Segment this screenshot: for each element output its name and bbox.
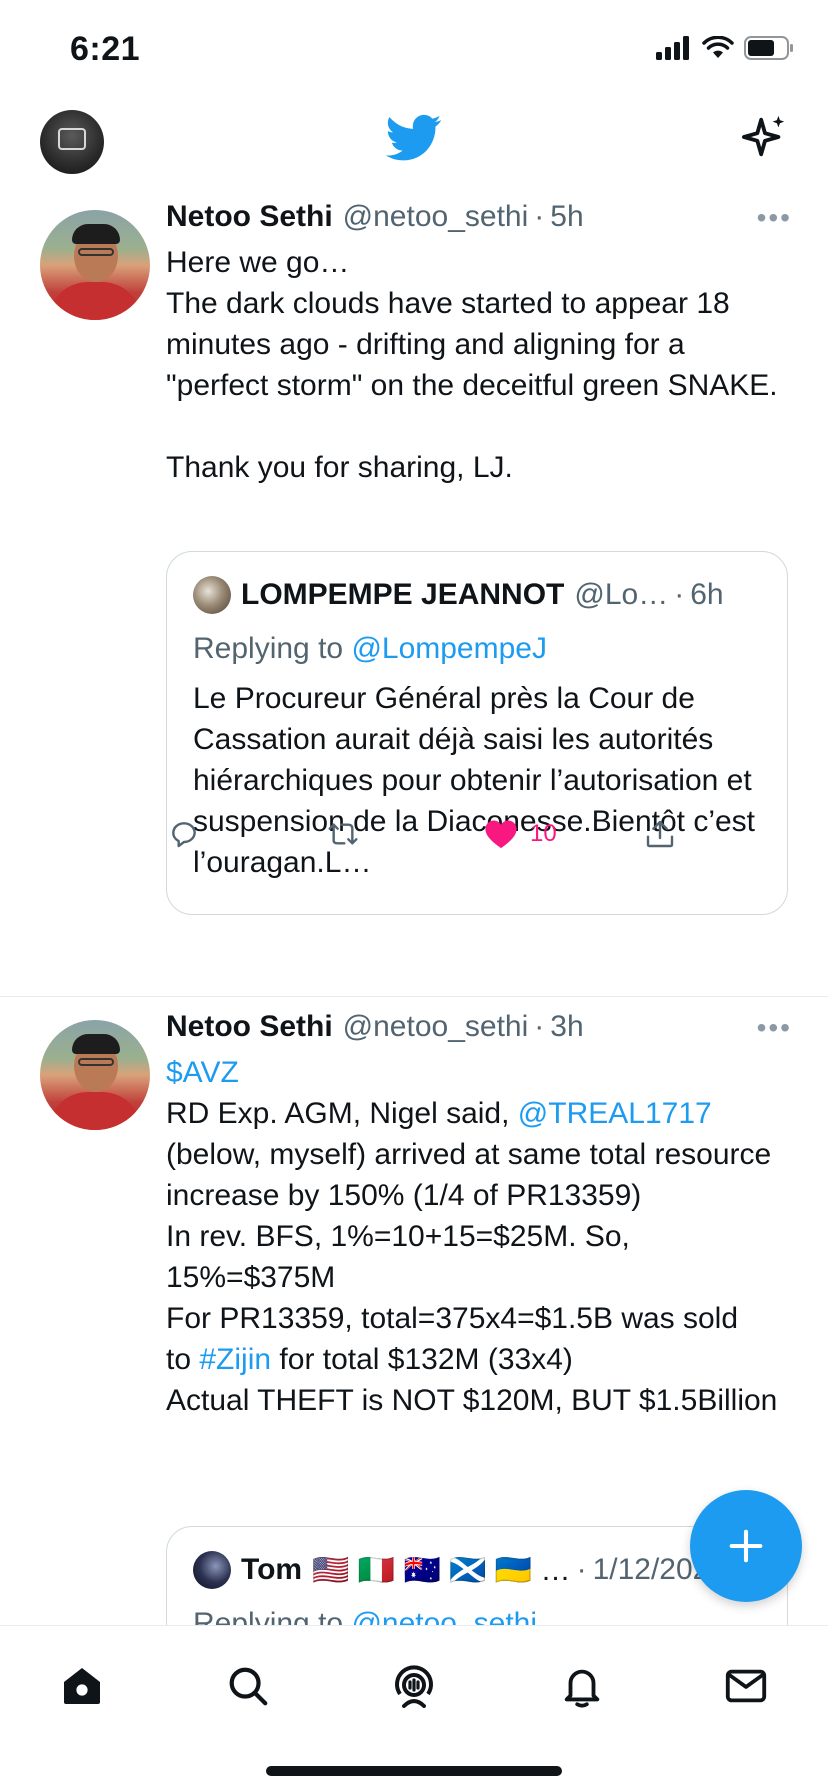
quoted-tweet-time: 6h — [690, 578, 724, 611]
tweet-text-body: (below, myself) arrived at same total re… — [166, 1138, 772, 1335]
tweet-text: Here we go… The dark clouds have started… — [166, 246, 778, 484]
replying-to-mention[interactable]: @LompempeJ — [351, 632, 547, 665]
like-button[interactable]: 10 — [484, 818, 557, 850]
tweet-text-to: to — [166, 1343, 192, 1376]
tab-messages[interactable] — [716, 1656, 776, 1716]
tweet-time[interactable]: 3h — [550, 1010, 583, 1044]
quoted-author-avatar — [193, 576, 231, 614]
share-icon — [646, 820, 674, 848]
separator-dot: · — [674, 578, 685, 611]
profile-avatar[interactable] — [40, 110, 104, 174]
heart-icon — [485, 820, 517, 849]
mail-icon — [725, 1669, 767, 1703]
quoted-tweet-header: LOMPEMPE JEANNOT @Lo… · 6h — [167, 552, 787, 614]
search-icon — [229, 1667, 268, 1706]
tweet-actions: 10 — [166, 818, 792, 858]
replying-to-mention[interactable]: @netoo_sethi — [351, 1607, 537, 1625]
quoted-author-flags: 🇺🇸 🇮🇹 🇦🇺 🏴󠁧󠁢󠁳󠁣󠁴󠁿 🇺🇦 … — [312, 1553, 571, 1587]
tweet-header: Netoo Sethi @netoo_sethi · 3h — [166, 1010, 792, 1052]
tab-home[interactable] — [52, 1656, 112, 1716]
author-name[interactable]: Netoo Sethi — [166, 200, 333, 234]
bell-icon — [564, 1669, 600, 1708]
plus-icon — [729, 1529, 763, 1563]
more-options-icon[interactable]: ••• — [757, 1012, 792, 1044]
reply-icon — [172, 822, 196, 848]
twitter-bird-icon[interactable] — [386, 114, 442, 162]
separator-dot: · — [534, 1010, 545, 1043]
tab-spaces[interactable] — [384, 1656, 444, 1716]
author-name[interactable]: Netoo Sethi — [166, 1010, 333, 1044]
quoted-author-name: Tom — [241, 1553, 303, 1586]
retweet-icon — [328, 823, 358, 845]
replying-to-label: Replying to — [193, 632, 344, 665]
compose-tweet-button[interactable] — [690, 1490, 802, 1602]
tab-notifications[interactable] — [552, 1656, 612, 1716]
wifi-icon — [702, 36, 734, 58]
retweet-button[interactable] — [326, 818, 360, 850]
tab-search[interactable] — [218, 1656, 278, 1716]
battery-icon — [744, 36, 793, 60]
author-handle[interactable]: @netoo_sethi — [343, 200, 529, 234]
status-time: 6:21 — [70, 30, 141, 68]
quoted-author-name: LOMPEMPE JEANNOT — [241, 578, 565, 611]
share-button[interactable] — [644, 818, 676, 850]
replying-to-label: Replying to — [193, 1607, 344, 1625]
quoted-author-handle: @Lo… — [574, 578, 669, 611]
tweet[interactable]: Netoo Sethi @netoo_sethi · 5h ••• Here w… — [0, 200, 828, 996]
cashtag-link[interactable]: $AVZ — [166, 1056, 239, 1089]
like-count: 10 — [530, 820, 557, 847]
tweet-text-line: RD Exp. AGM, Nigel said, — [166, 1097, 510, 1130]
tweet-header: Netoo Sethi @netoo_sethi · 5h — [166, 200, 792, 242]
more-options-icon[interactable]: ••• — [757, 202, 792, 234]
spaces-icon — [395, 1665, 433, 1708]
author-avatar[interactable] — [40, 210, 150, 320]
reply-button[interactable] — [168, 818, 200, 850]
status-icons — [656, 36, 794, 60]
top-bar — [0, 100, 828, 200]
status-bar: 6:21 — [0, 0, 828, 100]
replying-to: Replying to @netoo_sethi — [167, 1589, 787, 1625]
tweet-divider — [0, 996, 828, 997]
bottom-tab-bar — [0, 1625, 828, 1792]
author-handle[interactable]: @netoo_sethi — [343, 1010, 529, 1044]
sparkle-icon[interactable] — [742, 114, 788, 160]
separator-dot: · — [534, 200, 545, 233]
tweet-text-end: Actual THEFT is NOT $120M, BUT $1.5Billi… — [166, 1384, 778, 1417]
quoted-tweet[interactable]: LOMPEMPE JEANNOT @Lo… · 6h Replying to @… — [166, 551, 788, 915]
hashtag-link[interactable]: #Zijin — [199, 1343, 271, 1376]
tweet-time[interactable]: 5h — [550, 200, 583, 234]
tweet-text: $AVZ RD Exp. AGM, Nigel said, @TREAL1717… — [166, 1052, 792, 1421]
cellular-signal-icon — [656, 36, 689, 60]
home-icon — [64, 1668, 100, 1704]
mention-link[interactable]: @TREAL1717 — [518, 1097, 712, 1130]
separator-dot: · — [576, 1553, 587, 1586]
home-indicator[interactable] — [266, 1766, 562, 1776]
quoted-author-avatar — [193, 1551, 231, 1589]
replying-to: Replying to @LompempeJ — [167, 614, 787, 666]
tweet-text-after-hashtag: for total $132M (33x4) — [279, 1343, 573, 1376]
author-avatar[interactable] — [40, 1020, 150, 1130]
